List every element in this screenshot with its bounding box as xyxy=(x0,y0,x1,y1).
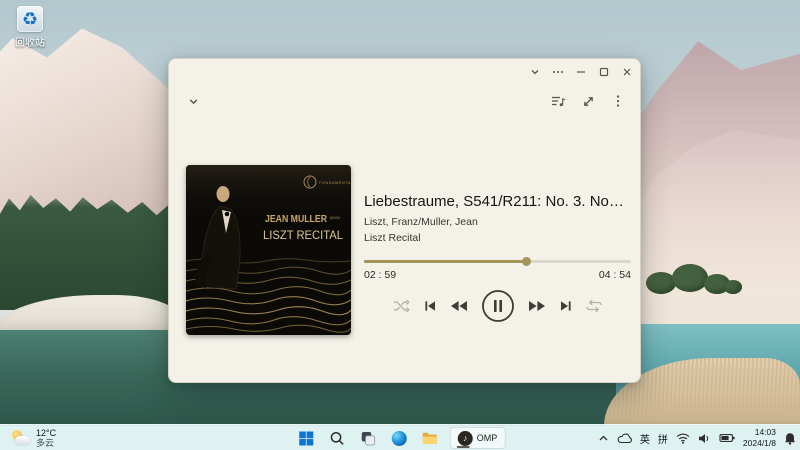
weather-icon xyxy=(11,430,31,447)
weather-condition: 多云 xyxy=(36,438,56,448)
next-track-icon[interactable] xyxy=(559,299,573,313)
file-explorer-icon[interactable] xyxy=(419,427,441,449)
time-row: 02 : 59 04 : 54 xyxy=(364,269,631,281)
album-title-text: LISZT RECITAL xyxy=(263,230,344,242)
shuffle-icon[interactable] xyxy=(393,299,410,313)
playback-controls xyxy=(364,289,631,323)
edge-browser-icon[interactable] xyxy=(388,427,410,449)
expand-diagonal-icon[interactable] xyxy=(576,89,600,113)
recycle-bin-desktop-icon[interactable]: ♻ 回收站 xyxy=(6,6,54,49)
kebab-menu-icon[interactable] xyxy=(606,89,630,113)
wallpaper-shrub xyxy=(672,264,708,292)
taskbar-system-tray: 英 拼 xyxy=(598,425,796,450)
omp-player-window: FONDAMENTA JEAN MULLER piano LISZT RECIT… xyxy=(168,58,641,383)
volume-icon[interactable] xyxy=(698,433,711,444)
track-info-panel: Liebestraume, S541/R211: No. 3. Nocturne… xyxy=(364,192,631,323)
track-artist: Liszt, Franz/Muller, Jean xyxy=(364,215,631,229)
taskbar: 12°C 多云 xyxy=(0,424,800,450)
onedrive-cloud-icon[interactable] xyxy=(617,433,632,444)
svg-text:FONDAMENTA: FONDAMENTA xyxy=(319,180,351,185)
taskbar-weather-widget[interactable]: 12°C 多云 xyxy=(5,425,62,450)
window-titlebar xyxy=(523,59,638,85)
close-button[interactable] xyxy=(615,60,638,84)
omp-app-label: OMP xyxy=(477,433,498,443)
minimize-button[interactable] xyxy=(569,60,592,84)
album-instrument-text: piano xyxy=(330,215,341,220)
recycle-symbol: ♻ xyxy=(22,10,38,28)
clock-date: 2024/1/8 xyxy=(743,438,776,449)
track-title: Liebestraume, S541/R211: No. 3. Nocturne… xyxy=(364,192,631,211)
seek-bar[interactable] xyxy=(364,257,631,266)
taskbar-center-apps: ♪ OMP xyxy=(295,425,506,450)
previous-track-icon[interactable] xyxy=(423,299,437,313)
wifi-icon[interactable] xyxy=(676,433,690,444)
rewind-icon[interactable] xyxy=(450,300,468,312)
track-album: Liszt Recital xyxy=(364,231,631,245)
battery-icon[interactable] xyxy=(719,433,735,443)
search-icon[interactable] xyxy=(326,427,348,449)
time-elapsed: 02 : 59 xyxy=(364,269,396,281)
clock-time: 14:03 xyxy=(743,427,776,438)
pause-button[interactable] xyxy=(481,289,515,323)
task-view-icon[interactable] xyxy=(357,427,379,449)
time-total: 04 : 54 xyxy=(599,269,631,281)
album-artist-text: JEAN MULLER xyxy=(265,213,327,225)
desktop: ♻ 回收站 xyxy=(0,0,800,450)
notification-bell-icon[interactable] xyxy=(784,432,796,445)
weather-temperature: 12°C xyxy=(36,428,56,438)
collapse-chevron-icon[interactable] xyxy=(181,89,205,113)
start-button[interactable] xyxy=(295,427,317,449)
album-art: FONDAMENTA JEAN MULLER piano LISZT RECIT… xyxy=(186,165,351,335)
titlebar-chevron-down-icon[interactable] xyxy=(523,60,546,84)
fast-forward-icon[interactable] xyxy=(528,300,546,312)
recycle-bin-icon: ♻ xyxy=(17,6,43,32)
taskbar-clock[interactable]: 14:03 2024/1/8 xyxy=(743,427,776,448)
playlist-queue-icon[interactable] xyxy=(546,89,570,113)
progress-fill xyxy=(364,260,527,263)
recycle-bin-label: 回收站 xyxy=(6,34,54,49)
omp-app-icon: ♪ xyxy=(458,431,473,446)
taskbar-omp-app-active[interactable]: ♪ OMP xyxy=(450,427,506,449)
player-toolbar xyxy=(169,87,640,115)
wallpaper-shrub xyxy=(724,280,742,294)
tray-chevron-up-icon[interactable] xyxy=(598,434,609,443)
repeat-icon[interactable] xyxy=(586,299,602,313)
ime-language-indicator[interactable]: 英 xyxy=(640,431,650,446)
progress-thumb[interactable] xyxy=(522,257,531,266)
ime-input-method-indicator[interactable]: 拼 xyxy=(658,431,668,446)
active-app-indicator xyxy=(457,446,470,449)
maximize-button[interactable] xyxy=(592,60,615,84)
titlebar-more-icon[interactable] xyxy=(546,60,569,84)
